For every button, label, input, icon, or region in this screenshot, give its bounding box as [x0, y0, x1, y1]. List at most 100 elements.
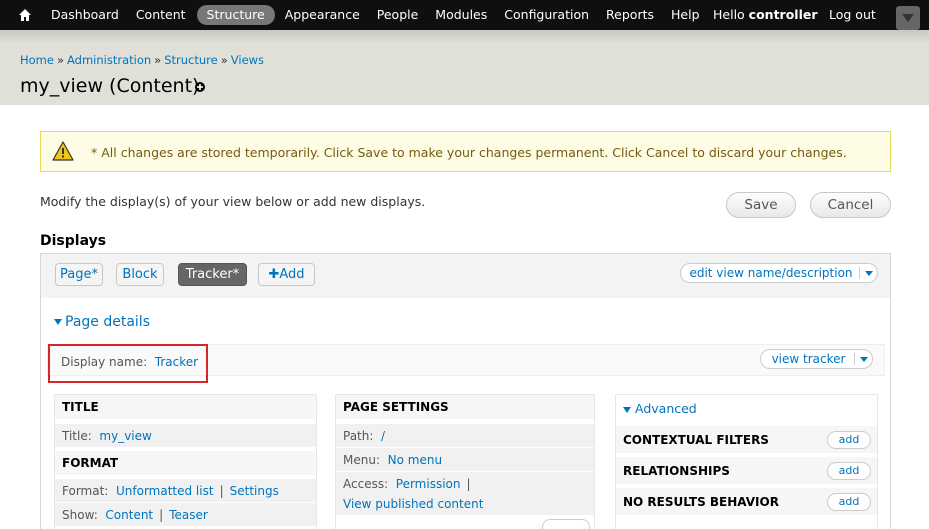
- admin-toolbar: Dashboard Content Structure Appearance P…: [0, 0, 929, 30]
- pipe-separator: |: [466, 477, 471, 491]
- toolbar-item-dashboard[interactable]: Dashboard: [43, 5, 127, 25]
- add-no-results-button[interactable]: add: [827, 493, 871, 511]
- column-first: TITLE Title: my_view FORMAT Format: Unfo…: [54, 394, 317, 529]
- display-name-highlight: [48, 344, 208, 383]
- page-settings-heading: PAGE SETTINGS: [336, 395, 594, 419]
- page-header: Home» Administration» Structure» Views my_v…: [0, 30, 929, 105]
- display-tabs-bar: Page* Block Tracker* ✚Add edit view name…: [40, 253, 891, 299]
- chevron-down-icon[interactable]: [860, 357, 868, 362]
- plus-icon: ✚: [268, 267, 280, 282]
- toolbar-item-people[interactable]: People: [369, 5, 427, 25]
- display-panel: Page details Display name: Tracker view …: [40, 298, 891, 529]
- toolbar-item-modules[interactable]: Modules: [427, 5, 495, 25]
- dropbutton-divider: [859, 267, 860, 279]
- page-details-toggle[interactable]: Page details: [54, 314, 150, 330]
- show-field-row: Show: Content | Teaser: [55, 502, 316, 526]
- relationships-label: RELATIONSHIPS: [623, 464, 730, 478]
- pipe-separator: |: [159, 508, 164, 522]
- greeting-prefix: Hello: [713, 7, 745, 22]
- tab-block[interactable]: Block: [116, 263, 164, 286]
- access-value-link[interactable]: Permission: [396, 477, 461, 491]
- intro-text: Modify the display(s) of your view below…: [40, 194, 426, 209]
- home-icon[interactable]: [18, 8, 32, 22]
- save-button[interactable]: Save: [726, 192, 796, 218]
- more-dropbutton[interactable]: [542, 519, 590, 529]
- format-label: Format:: [62, 484, 109, 498]
- breadcrumb-separator: »: [56, 53, 65, 67]
- breadcrumb-administration[interactable]: Administration: [67, 53, 151, 67]
- breadcrumb-structure[interactable]: Structure: [164, 53, 218, 67]
- advanced-toggle[interactable]: Advanced: [623, 401, 697, 416]
- format-field-row: Format: Unformatted list | Settings: [55, 478, 316, 502]
- no-results-row: NO RESULTS BEHAVIOR add: [616, 487, 877, 515]
- user-greeting: Hello controller: [713, 7, 818, 22]
- tab-tracker[interactable]: Tracker*: [178, 263, 247, 286]
- page-details-label: Page details: [65, 314, 150, 330]
- username-link[interactable]: controller: [749, 7, 818, 22]
- breadcrumb-views[interactable]: Views: [231, 53, 264, 67]
- warning-message: * All changes are stored temporarily. Cl…: [40, 131, 891, 172]
- add-contextual-filter-button[interactable]: add: [827, 431, 871, 449]
- format-settings-link[interactable]: Settings: [230, 484, 279, 498]
- cancel-button[interactable]: Cancel: [810, 192, 891, 218]
- caret-down-icon: [54, 319, 62, 325]
- add-display-button[interactable]: ✚Add: [258, 263, 315, 286]
- format-section-heading: FORMAT: [55, 451, 316, 475]
- toolbar-item-reports[interactable]: Reports: [598, 5, 662, 25]
- edit-view-name-dropbutton[interactable]: edit view name/description: [680, 263, 878, 283]
- title-label: Title:: [62, 429, 92, 443]
- column-third: Advanced CONTEXTUAL FILTERS add RELATION…: [615, 394, 878, 529]
- logout-link[interactable]: Log out: [829, 7, 876, 22]
- menu-value-link[interactable]: No menu: [388, 453, 442, 467]
- breadcrumb-separator: »: [154, 53, 162, 67]
- breadcrumb-separator: »: [220, 53, 228, 67]
- toolbar-item-structure[interactable]: Structure: [196, 5, 275, 25]
- contextual-filters-label: CONTEXTUAL FILTERS: [623, 433, 769, 447]
- access-field-row: Access: Permission | View published conte…: [336, 471, 594, 515]
- menu-label: Menu:: [343, 453, 380, 467]
- title-value-link[interactable]: my_view: [99, 429, 151, 443]
- breadcrumb-home[interactable]: Home: [20, 53, 54, 67]
- title-field-row: Title: my_view: [55, 423, 316, 447]
- show-value-link[interactable]: Content: [105, 508, 153, 522]
- path-value-link[interactable]: /: [381, 429, 385, 443]
- breadcrumb: Home» Administration» Structure» Views: [20, 53, 264, 67]
- shortcuts-toggle-button[interactable]: [896, 6, 920, 30]
- add-shortcut-icon[interactable]: [195, 82, 205, 92]
- show-label: Show:: [62, 508, 98, 522]
- warning-text: * All changes are stored temporarily. Cl…: [91, 145, 847, 160]
- warning-icon: [52, 141, 74, 161]
- toolbar-item-appearance[interactable]: Appearance: [277, 5, 368, 25]
- add-relationship-button[interactable]: add: [827, 462, 871, 480]
- caret-down-icon: [623, 406, 631, 413]
- format-value-link[interactable]: Unformatted list: [116, 484, 214, 498]
- path-label: Path:: [343, 429, 374, 443]
- path-field-row: Path: /: [336, 423, 594, 447]
- chevron-down-icon: [902, 14, 914, 22]
- menu-field-row: Menu: No menu: [336, 447, 594, 471]
- relationships-row: RELATIONSHIPS add: [616, 456, 877, 484]
- advanced-label: Advanced: [635, 401, 697, 416]
- page-title: my_view (Content): [20, 75, 200, 97]
- dropbutton-divider: [854, 353, 855, 365]
- view-tracker-dropbutton[interactable]: view tracker: [760, 349, 873, 369]
- displays-heading: Displays: [40, 233, 107, 249]
- show-teaser-link[interactable]: Teaser: [169, 508, 208, 522]
- title-section-heading: TITLE: [55, 395, 316, 419]
- header-shade: [0, 30, 929, 44]
- toolbar-item-configuration[interactable]: Configuration: [496, 5, 597, 25]
- column-second: PAGE SETTINGS Path: / Menu: No menu Acce…: [335, 394, 595, 529]
- toolbar-menu: Dashboard Content Structure Appearance P…: [43, 0, 709, 30]
- access-label: Access:: [343, 477, 389, 491]
- pipe-separator: |: [219, 484, 224, 498]
- contextual-filters-row: CONTEXTUAL FILTERS add: [616, 425, 877, 453]
- no-results-label: NO RESULTS BEHAVIOR: [623, 495, 779, 509]
- access-permission-link[interactable]: View published content: [343, 497, 483, 511]
- toolbar-item-content[interactable]: Content: [128, 5, 194, 25]
- edit-view-name-link[interactable]: edit view name/description: [681, 264, 861, 282]
- tab-page[interactable]: Page*: [55, 263, 103, 286]
- chevron-down-icon[interactable]: [865, 271, 873, 276]
- add-display-label: Add: [279, 267, 305, 282]
- toolbar-item-help[interactable]: Help: [663, 5, 708, 25]
- view-tracker-link[interactable]: view tracker: [761, 350, 856, 368]
